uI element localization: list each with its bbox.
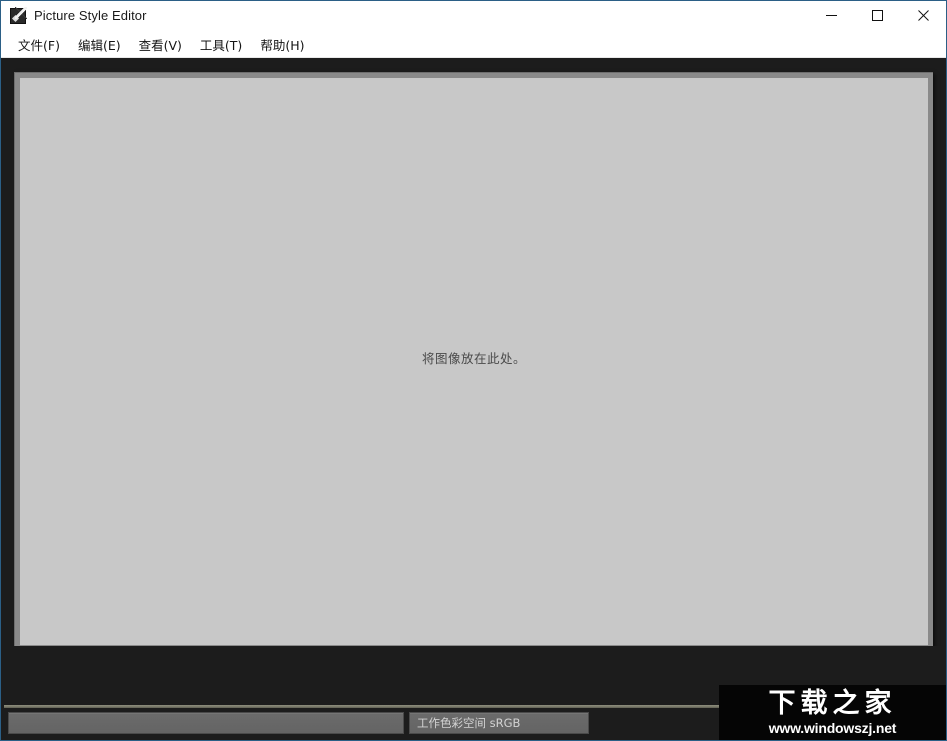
- colorspace-text: 工作色彩空间 sRGB: [417, 716, 521, 730]
- window-controls: [808, 1, 946, 31]
- site-watermark: 下载之家 www.windowszj.net: [719, 685, 946, 740]
- image-canvas-frame: 将图像放在此处。: [14, 72, 933, 650]
- minimize-button[interactable]: [808, 1, 854, 31]
- menu-item-help[interactable]: 帮助(H): [251, 31, 313, 58]
- menu-item-edit[interactable]: 编辑(E): [69, 31, 130, 58]
- watermark-chinese-text: 下载之家: [768, 688, 897, 719]
- window-title: Picture Style Editor: [34, 8, 147, 23]
- close-button[interactable]: [900, 1, 946, 31]
- watermark-url-text: www.windowszj.net: [768, 720, 897, 736]
- menu-item-tools[interactable]: 工具(T): [191, 31, 251, 58]
- maximize-icon: [871, 10, 883, 21]
- status-panel-message: [8, 712, 404, 734]
- maximize-button[interactable]: [854, 1, 900, 31]
- title-bar: Picture Style Editor: [1, 1, 946, 31]
- menu-bar: 文件(F) 编辑(E) 查看(V) 工具(T) 帮助(H): [1, 31, 946, 58]
- menu-item-file[interactable]: 文件(F): [9, 31, 69, 58]
- status-panels: 工作色彩空间 sRGB: [8, 712, 589, 734]
- drop-image-hint: 将图像放在此处。: [421, 351, 526, 366]
- image-drop-area[interactable]: 将图像放在此处。: [20, 78, 928, 645]
- picture-style-editor-window: Picture Style Editor 文件(F) 编辑(E) 查看(V) 工…: [0, 0, 947, 741]
- menu-item-view[interactable]: 查看(V): [130, 31, 191, 58]
- close-icon: [917, 10, 929, 21]
- picture-style-editor-icon: [10, 6, 27, 24]
- status-panel-colorspace: 工作色彩空间 sRGB: [409, 712, 589, 734]
- editor-body: 将图像放在此处。: [1, 58, 946, 740]
- minimize-icon: [825, 15, 837, 16]
